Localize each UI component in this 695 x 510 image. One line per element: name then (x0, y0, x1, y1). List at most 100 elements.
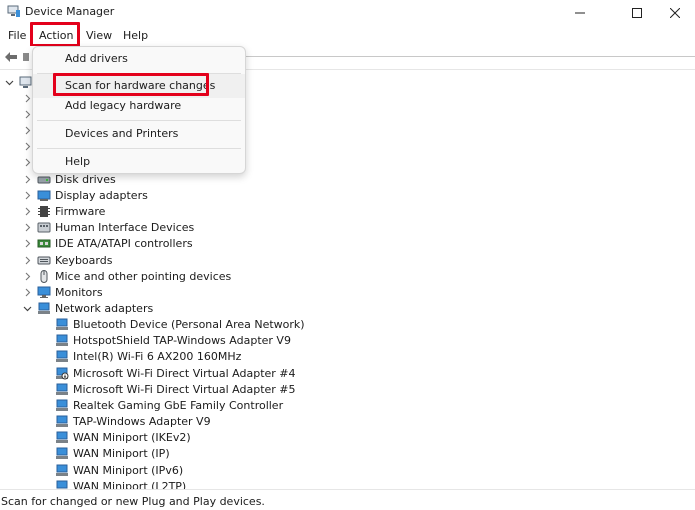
tree-device-bluetooth[interactable]: Bluetooth Device (Personal Area Network) (55, 316, 305, 332)
toolbar-divider (246, 56, 695, 57)
menu-item-add-legacy[interactable]: Add legacy hardware (33, 94, 245, 118)
tree-label: Keyboards (55, 253, 113, 267)
tree-label: Mice and other pointing devices (55, 269, 232, 283)
ide-controller-icon (37, 239, 51, 247)
tree-device-wan-l2tp[interactable]: WAN Miniport (L2TP) (55, 478, 186, 489)
tree-label: Bluetooth Device (Personal Area Network) (73, 317, 305, 331)
tree-device-hotspotshield[interactable]: HotspotShield TAP-Windows Adapter V9 (55, 332, 291, 348)
maximize-icon (632, 7, 642, 18)
firmware-icon (38, 205, 50, 217)
close-button[interactable] (652, 0, 695, 25)
network-adapter-icon (56, 334, 68, 346)
tree-label: Human Interface Devices (55, 220, 195, 234)
network-adapter-icon (56, 350, 68, 362)
forward-arrow-icon[interactable] (23, 53, 29, 61)
network-adapter-disabled-icon (56, 367, 69, 379)
tree-label: WAN Miniport (L2TP) (73, 479, 187, 490)
tree-label: WAN Miniport (IP) (73, 446, 170, 460)
network-adapter-icon (56, 464, 68, 476)
window-title: Device Manager (25, 5, 115, 18)
tree-label: TAP-Windows Adapter V9 (73, 414, 211, 428)
menu-item-help[interactable]: Help (33, 150, 245, 174)
disk-drive-icon (37, 176, 51, 183)
tree-label: Intel(R) Wi-Fi 6 AX200 160MHz (73, 349, 242, 363)
keyboard-icon (37, 256, 51, 264)
action-highlight-box (30, 22, 80, 47)
chevron-right-icon[interactable] (22, 106, 32, 122)
menu-item-devices-printers[interactable]: Devices and Printers (33, 122, 245, 146)
tree-label: Microsoft Wi-Fi Direct Virtual Adapter #… (73, 382, 296, 396)
display-adapter-icon (37, 190, 51, 201)
chevron-right-icon[interactable] (22, 284, 32, 300)
tree-category-keyboards[interactable]: Keyboards (22, 252, 112, 268)
computer-icon (19, 76, 32, 88)
chevron-down-icon[interactable] (22, 300, 32, 316)
menu-item-add-drivers[interactable]: Add drivers (33, 47, 245, 71)
tree-label: Firmware (55, 204, 106, 218)
tree-category-monitors[interactable]: Monitors (22, 284, 103, 300)
tree-category-network-adapters[interactable]: Network adapters (22, 300, 153, 316)
chevron-right-icon[interactable] (22, 268, 32, 284)
menu-file[interactable]: File (6, 28, 28, 44)
chevron-right-icon[interactable] (22, 252, 32, 268)
tree-device-tap-windows[interactable]: TAP-Windows Adapter V9 (55, 413, 211, 429)
tree-category-firmware[interactable]: Firmware (22, 203, 105, 219)
close-icon (670, 7, 680, 18)
chevron-right-icon[interactable] (22, 203, 32, 219)
network-adapter-icon (56, 480, 68, 489)
chevron-right-icon[interactable] (22, 122, 32, 138)
tree-label: Network adapters (55, 301, 154, 315)
tree-device-realtek[interactable]: Realtek Gaming GbE Family Controller (55, 397, 283, 413)
menu-help[interactable]: Help (121, 28, 150, 44)
network-adapter-icon (38, 302, 50, 314)
chevron-right-icon[interactable] (22, 90, 32, 106)
hid-icon (37, 222, 51, 232)
chevron-right-icon[interactable] (22, 138, 32, 154)
network-adapter-icon (56, 415, 68, 427)
status-bar: Scan for changed or new Plug and Play de… (0, 489, 695, 510)
chevron-right-icon[interactable] (22, 154, 32, 170)
mouse-icon (40, 269, 48, 283)
device-manager-icon (7, 5, 20, 17)
chevron-right-icon[interactable] (22, 171, 32, 187)
tree-label: Realtek Gaming GbE Family Controller (73, 398, 284, 412)
network-adapter-icon (56, 383, 68, 395)
tree-label: Disk drives (55, 172, 116, 186)
chevron-down-icon[interactable] (4, 74, 14, 90)
tree-device-wifi-direct-4[interactable]: Microsoft Wi-Fi Direct Virtual Adapter #… (55, 365, 296, 381)
title-bar: Device Manager (0, 0, 695, 25)
network-adapter-icon (56, 318, 68, 330)
chevron-right-icon[interactable] (22, 187, 32, 203)
back-arrow-icon[interactable] (4, 51, 18, 63)
tree-label: WAN Miniport (IKEv2) (73, 430, 191, 444)
tree-label: Monitors (55, 285, 103, 299)
tree-device-intel-wifi[interactable]: Intel(R) Wi-Fi 6 AX200 160MHz (55, 348, 241, 364)
tree-device-wan-ip[interactable]: WAN Miniport (IP) (55, 445, 170, 461)
tree-label: Microsoft Wi-Fi Direct Virtual Adapter #… (73, 366, 296, 380)
tree-device-wifi-direct-5[interactable]: Microsoft Wi-Fi Direct Virtual Adapter #… (55, 381, 296, 397)
menu-separator (37, 148, 241, 149)
tree-label: HotspotShield TAP-Windows Adapter V9 (73, 333, 291, 347)
menu-separator (37, 120, 241, 121)
chevron-right-icon[interactable] (22, 219, 32, 235)
network-adapter-icon (56, 399, 68, 411)
tree-label: IDE ATA/ATAPI controllers (55, 236, 193, 250)
tree-label: WAN Miniport (IPv6) (73, 463, 184, 477)
action-menu: Add drivers Scan for hardware changes Ad… (32, 46, 246, 174)
network-adapter-icon (56, 431, 68, 443)
minimize-icon (575, 12, 585, 13)
network-adapter-icon (56, 447, 68, 459)
monitor-icon (37, 286, 51, 298)
tree-device-wan-ipv6[interactable]: WAN Miniport (IPv6) (55, 462, 183, 478)
chevron-right-icon[interactable] (22, 235, 32, 251)
tree-device-wan-ikev2[interactable]: WAN Miniport (IKEv2) (55, 429, 191, 445)
tree-category-mice[interactable]: Mice and other pointing devices (22, 268, 231, 284)
menu-bar: File Action View Help (0, 25, 695, 46)
tree-label: Display adapters (55, 188, 148, 202)
tree-category-display-adapters[interactable]: Display adapters (22, 187, 148, 203)
tree-category-hid[interactable]: Human Interface Devices (22, 219, 194, 235)
scan-highlight-box (53, 73, 209, 96)
tree-category-ide[interactable]: IDE ATA/ATAPI controllers (22, 235, 193, 251)
minimize-button[interactable] (557, 0, 603, 25)
menu-view[interactable]: View (84, 28, 114, 44)
